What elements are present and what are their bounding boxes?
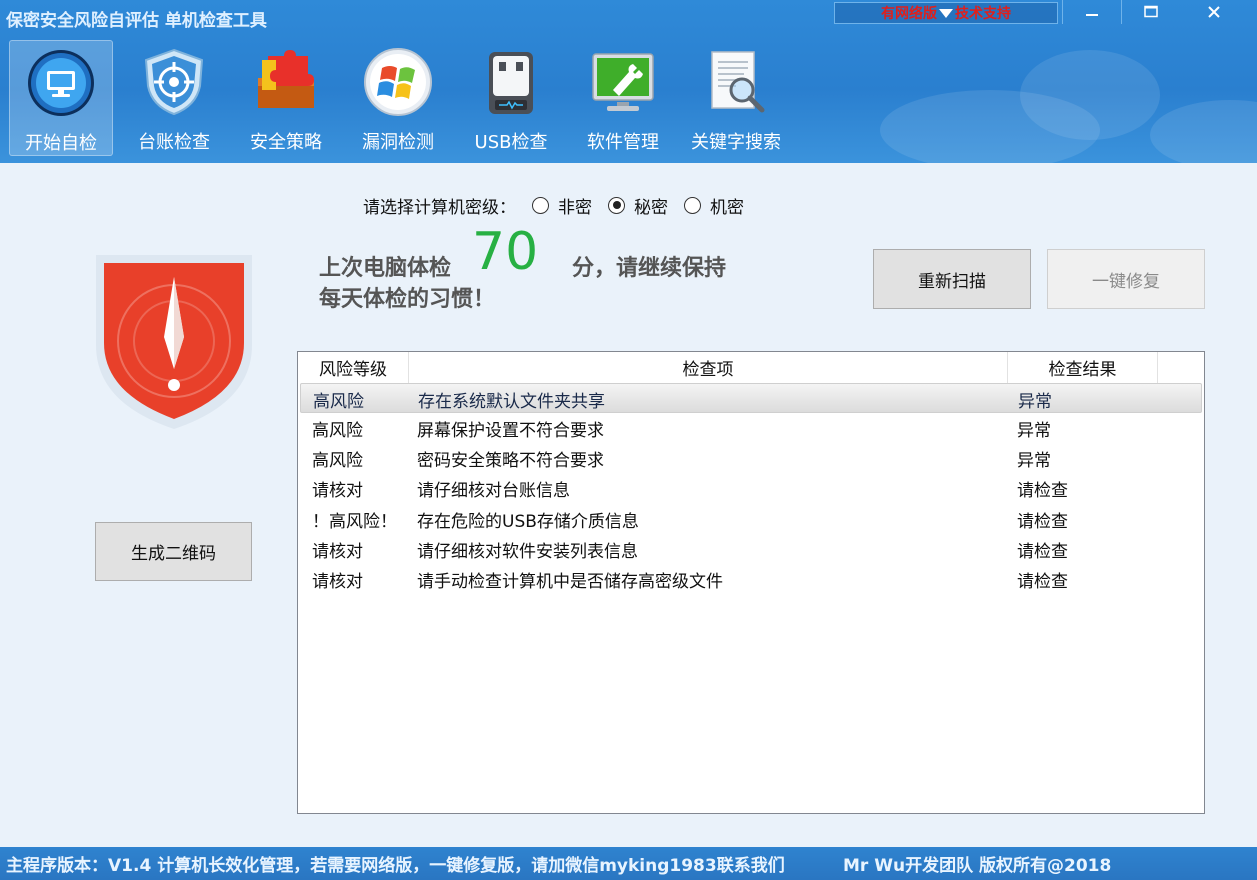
results-table: 风险等级 检查项 检查结果 高风险 存在系统默认文件夹共享 异常 高风险 屏幕保护设置不… bbox=[297, 351, 1205, 814]
radio-label: 秘密 bbox=[634, 197, 668, 218]
toolbar-label: 台账检查 bbox=[138, 132, 210, 153]
document-search-icon bbox=[711, 51, 765, 113]
puzzle-icon bbox=[258, 50, 314, 108]
radio-circle[interactable] bbox=[608, 196, 625, 214]
shield-target-icon bbox=[144, 48, 204, 116]
cell-result: 异常 bbox=[1017, 451, 1051, 472]
dropdown-arrow-icon bbox=[939, 8, 953, 18]
toolbar-keyword-search[interactable]: 关键字搜索 bbox=[684, 40, 788, 156]
cell-risk-level: 请核对 bbox=[312, 572, 363, 593]
radio-label: 机密 bbox=[710, 197, 744, 218]
table-row[interactable]: 请核对 请仔细核对台账信息 请检查 bbox=[298, 474, 1204, 504]
cell-risk-level: 请核对 bbox=[312, 541, 363, 562]
risk-shield-icon bbox=[94, 253, 254, 431]
version-info-text: 主程序版本：V1.4 计算机长效化管理，若需要网络版，一键修复版，请加微信myk… bbox=[6, 856, 785, 876]
score-advice-text: 每天体检的习惯！ bbox=[319, 287, 496, 312]
cell-check-item: 存在系统默认文件夹共享 bbox=[418, 391, 605, 412]
secret-level-selector: 请选择计算机密级： 非密 秘密 机密 bbox=[363, 193, 744, 218]
table-header: 风险等级 检查项 检查结果 bbox=[298, 352, 1204, 383]
toolbar-start-check[interactable]: 开始自检 bbox=[9, 40, 113, 156]
cell-risk-level: 高风险 bbox=[312, 420, 363, 441]
secret-level-label: 请选择计算机密级： bbox=[363, 197, 516, 218]
cell-result: 请检查 bbox=[1017, 511, 1068, 532]
network-version-link: 有网络版 bbox=[881, 6, 937, 22]
table-row[interactable]: 高风险 存在系统默认文件夹共享 异常 bbox=[300, 383, 1202, 414]
rescan-button[interactable]: 重新扫描 bbox=[873, 249, 1031, 309]
toolbar-vulnerability-scan[interactable]: 漏洞检测 bbox=[346, 40, 450, 156]
one-click-repair-button[interactable]: 一键修复 bbox=[1047, 249, 1205, 309]
table-body: 高风险 存在系统默认文件夹共享 异常 高风险 屏幕保护设置不符合要求 异常 高风险 密码安全策… bbox=[298, 383, 1204, 595]
radio-circle[interactable] bbox=[684, 196, 701, 214]
status-footer: 主程序版本：V1.4 计算机长效化管理，若需要网络版，一键修复版，请加微信myk… bbox=[0, 847, 1257, 880]
table-row[interactable]: 高风险 密码安全策略不符合要求 异常 bbox=[298, 444, 1204, 474]
cell-result: 请检查 bbox=[1017, 572, 1068, 593]
windows-orb-icon bbox=[364, 48, 432, 116]
score-suffix-text: 分，请继续保持 bbox=[572, 256, 727, 281]
cell-result: 异常 bbox=[1018, 391, 1052, 412]
toolbar-security-policy[interactable]: 安全策略 bbox=[234, 40, 338, 156]
table-row[interactable]: ！高风险！ 存在危险的USB存储介质信息 请检查 bbox=[298, 504, 1204, 534]
usb-drive-icon bbox=[489, 52, 533, 114]
maximize-icon bbox=[1143, 5, 1158, 18]
table-row[interactable]: 高风险 屏幕保护设置不符合要求 异常 bbox=[298, 413, 1204, 443]
toolbar-label: 关键字搜索 bbox=[691, 132, 781, 153]
score-value: 70 bbox=[472, 222, 539, 282]
main-toolbar: 开始自检 台账检查 安全策略 漏洞检测 USB检查 软件管理 关键字搜索 bbox=[0, 36, 800, 160]
wrench-monitor-icon bbox=[592, 53, 654, 111]
cell-result: 请检查 bbox=[1017, 541, 1068, 562]
close-button[interactable] bbox=[1185, 0, 1243, 24]
score-prefix-text: 上次电脑体检 bbox=[319, 256, 452, 281]
app-header: 保密安全风险自评估 单机检查工具 有网络版 技术支持 开始自检 台账检查 安全策… bbox=[0, 0, 1257, 163]
column-header-check-item[interactable]: 检查项 bbox=[409, 352, 1008, 383]
toolbar-label: USB检查 bbox=[474, 132, 548, 153]
toolbar-usb-check[interactable]: USB检查 bbox=[459, 40, 563, 156]
cell-check-item: 密码安全策略不符合要求 bbox=[417, 451, 604, 472]
minimize-icon bbox=[1085, 14, 1098, 16]
toolbar-ledger-check[interactable]: 台账检查 bbox=[122, 40, 226, 156]
radio-confidential[interactable]: 机密 bbox=[684, 193, 744, 218]
radio-label: 非密 bbox=[558, 197, 592, 218]
generate-qrcode-button[interactable]: 生成二维码 bbox=[95, 522, 252, 581]
column-header-risk-level[interactable]: 风险等级 bbox=[298, 352, 409, 383]
toolbar-label: 安全策略 bbox=[250, 132, 322, 153]
support-dropdown[interactable]: 有网络版 技术支持 bbox=[834, 2, 1058, 24]
maximize-button[interactable] bbox=[1121, 0, 1179, 24]
cell-check-item: 请手动检查计算机中是否储存高密级文件 bbox=[417, 572, 723, 593]
cell-check-item: 屏幕保护设置不符合要求 bbox=[417, 420, 604, 441]
cell-check-item: 请仔细核对软件安装列表信息 bbox=[417, 541, 638, 562]
cell-result: 请检查 bbox=[1017, 481, 1068, 502]
monitor-icon bbox=[28, 50, 94, 116]
table-row[interactable]: 请核对 请仔细核对软件安装列表信息 请检查 bbox=[298, 534, 1204, 564]
header-cloud-decoration bbox=[1150, 100, 1257, 163]
window-title: 保密安全风险自评估 单机检查工具 bbox=[6, 11, 267, 31]
cell-check-item: 请仔细核对台账信息 bbox=[417, 481, 570, 502]
radio-unclassified[interactable]: 非密 bbox=[532, 193, 592, 218]
column-header-result[interactable]: 检查结果 bbox=[1008, 352, 1158, 383]
cell-result: 异常 bbox=[1017, 420, 1051, 441]
cell-risk-level: 请核对 bbox=[312, 481, 363, 502]
toolbar-software-management[interactable]: 软件管理 bbox=[571, 40, 675, 156]
table-row[interactable]: 请核对 请手动检查计算机中是否储存高密级文件 请检查 bbox=[298, 565, 1204, 595]
header-cloud-decoration bbox=[1020, 50, 1160, 140]
toolbar-label: 软件管理 bbox=[587, 132, 659, 153]
minimize-button[interactable] bbox=[1062, 0, 1120, 24]
radio-secret[interactable]: 秘密 bbox=[608, 193, 668, 218]
toolbar-label: 漏洞检测 bbox=[362, 132, 434, 153]
cell-risk-level: 高风险 bbox=[312, 451, 363, 472]
tech-support-link: 技术支持 bbox=[955, 6, 1011, 22]
copyright-text: Mr Wu开发团队 版权所有@2018 bbox=[843, 856, 1112, 876]
cell-risk-level: 高风险 bbox=[313, 391, 364, 412]
close-icon bbox=[1208, 6, 1220, 18]
radio-circle[interactable] bbox=[532, 196, 549, 214]
cell-risk-level: ！高风险！ bbox=[312, 511, 397, 532]
cell-check-item: 存在危险的USB存储介质信息 bbox=[417, 511, 639, 532]
toolbar-label: 开始自检 bbox=[25, 133, 97, 154]
